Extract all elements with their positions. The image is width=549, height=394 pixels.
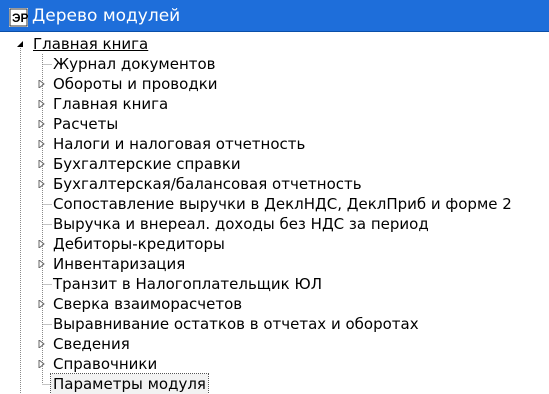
tree-item[interactable]: Бухгалтерская/балансовая отчетность (53, 174, 362, 194)
expand-triangle-icon[interactable] (38, 300, 46, 308)
tree-item[interactable]: Главная книга (53, 94, 168, 114)
title-bar[interactable]: ЭР Дерево модулей (0, 0, 549, 32)
tree-item[interactable]: Дебиторы-кредиторы (53, 234, 225, 254)
tree-item[interactable]: Инвентаризация (53, 254, 185, 274)
collapse-triangle-icon[interactable] (16, 40, 24, 48)
tree-item[interactable]: Журнал документов (53, 54, 216, 74)
expand-triangle-icon[interactable] (38, 360, 46, 368)
tree-item[interactable]: Налоги и налоговая отчетность (53, 134, 305, 154)
tree-item[interactable]: Выручка и внереал. доходы без НДС за пер… (53, 214, 429, 234)
tree-item[interactable]: Бухгалтерские справки (53, 154, 241, 174)
tree-item[interactable]: Транзит в Налогоплательщик ЮЛ (53, 274, 322, 294)
window-title: Дерево модулей (32, 6, 181, 26)
tree-item[interactable]: Обороты и проводки (53, 74, 218, 94)
module-tree-window: ЭР Дерево модулей Главная книга Журнал д… (0, 0, 549, 394)
tree-item[interactable]: Выравнивание остатков в отчетах и оборот… (53, 314, 419, 334)
app-logo-icon: ЭР (9, 8, 28, 27)
tree-item[interactable]: Сопоставление выручки в ДеклНДС, ДеклПри… (53, 194, 512, 214)
tree-item[interactable]: Справочники (53, 354, 157, 374)
tree-item[interactable]: Сверка взаиморасчетов (53, 294, 242, 314)
tree-root-node[interactable]: Главная книга (33, 34, 148, 54)
tree-item[interactable]: Сведения (53, 334, 130, 354)
expand-triangle-icon[interactable] (38, 100, 46, 108)
expand-triangle-icon[interactable] (38, 140, 46, 148)
module-tree[interactable]: Главная книга Журнал документов Обороты и… (0, 32, 549, 394)
expand-triangle-icon[interactable] (38, 180, 46, 188)
svg-text:ЭР: ЭР (12, 11, 28, 25)
expand-triangle-icon[interactable] (38, 120, 46, 128)
expand-triangle-icon[interactable] (38, 340, 46, 348)
expand-triangle-icon[interactable] (38, 160, 46, 168)
expand-triangle-icon[interactable] (38, 80, 46, 88)
expand-triangle-icon[interactable] (38, 240, 46, 248)
tree-item[interactable]: Расчеты (53, 114, 118, 134)
tree-item-selected[interactable]: Параметры модуля (50, 373, 209, 394)
expand-triangle-icon[interactable] (38, 260, 46, 268)
